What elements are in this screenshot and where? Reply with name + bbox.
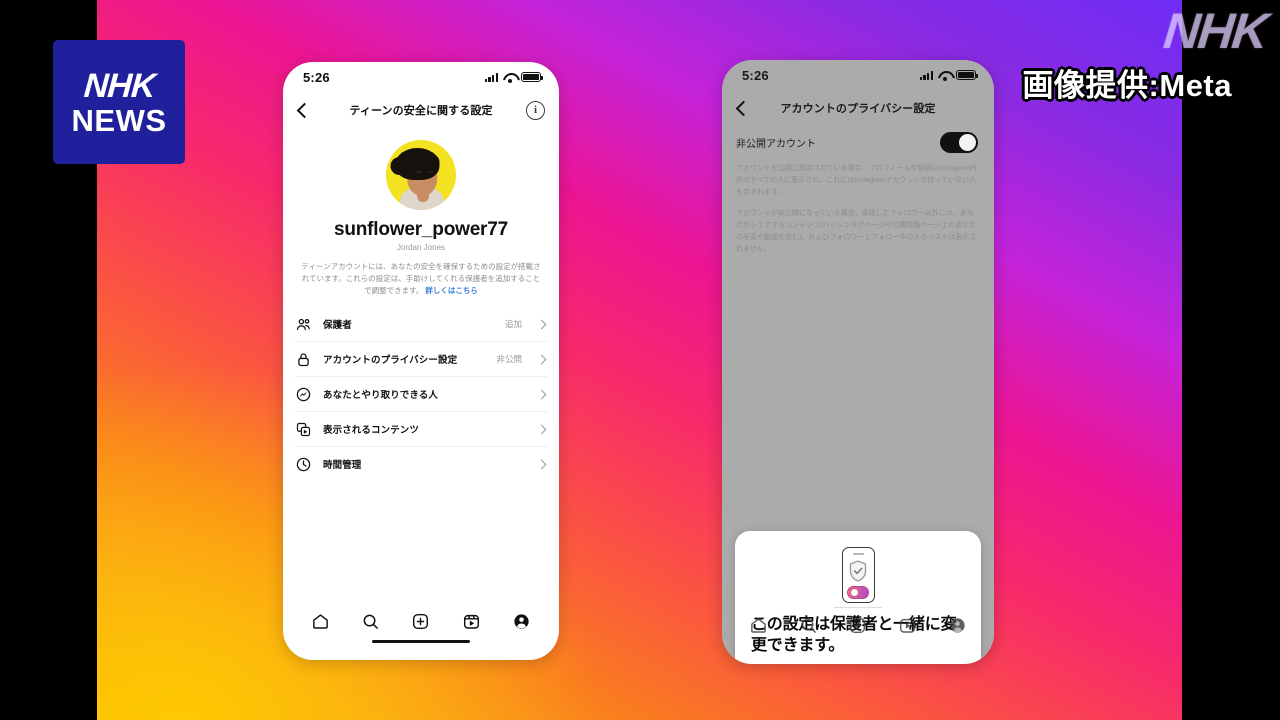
cellular-signal-icon	[919, 70, 933, 80]
reels-icon[interactable]	[462, 612, 481, 631]
people-icon	[295, 316, 312, 333]
instagram-gradient-backdrop	[97, 0, 1182, 720]
search-icon[interactable]	[799, 616, 818, 635]
page-title: アカウントのプライバシー設定	[780, 103, 936, 115]
phone-shield-toggle-illustration	[751, 547, 965, 609]
teen-description-text: ティーンアカウントには、あなたの安全を確保するための設定が搭載されています。これ…	[301, 262, 541, 296]
avatar	[386, 140, 456, 210]
setting-value: 非公開	[496, 354, 522, 365]
profile-fullname: Jordan Jones	[396, 243, 446, 252]
nhk-news-logo: NHK NEWS	[53, 40, 185, 164]
plus-icon[interactable]	[848, 616, 867, 635]
nav-header-left: ティーンの安全に関する設定 i	[283, 92, 559, 128]
private-account-row[interactable]: 非公開アカウント	[722, 126, 994, 159]
profile-icon[interactable]	[512, 612, 531, 631]
status-time: 5:26	[303, 69, 330, 85]
plus-icon[interactable]	[411, 612, 430, 631]
learn-more-link[interactable]: 詳しくはこちら	[425, 286, 478, 295]
setting-label: あなたとやり取りできる人	[323, 390, 439, 402]
phone-mockup-right: 5:26 アカウントのプライバシー設定 非公開アカウント アカウントが公開に設定…	[722, 60, 994, 664]
setting-label: 時間管理	[323, 460, 362, 472]
setting-row-time-management[interactable]: 時間管理	[295, 447, 547, 481]
chevron-right-icon	[536, 319, 547, 330]
cellular-signal-icon	[484, 72, 498, 82]
setting-value: 追加	[504, 319, 522, 330]
setting-row-interactions[interactable]: あなたとやり取りできる人	[295, 377, 547, 413]
chevron-right-icon	[536, 424, 547, 435]
guardian-required-dialog: この設定は保護者と一緒に変更できます。 あなたは16歳未満であるため、この設定の…	[735, 531, 981, 664]
screenshot-stage: 5:26 ティーンの安全に関する設定 i sunflower_power77 J…	[0, 0, 1280, 720]
nhk-logo-line2: NEWS	[71, 102, 167, 138]
info-circle-icon[interactable]: i	[526, 100, 545, 120]
profile-block: sunflower_power77 Jordan Jones ティーンアカウント…	[283, 128, 559, 297]
image-credit-caption: 画像提供:Meta	[1022, 68, 1232, 103]
phone-mockup-left: 5:26 ティーンの安全に関する設定 i sunflower_power77 J…	[283, 62, 559, 660]
chevron-right-icon	[536, 389, 547, 400]
modal-scrim: この設定は保護者と一緒に変更できます。 あなたは16歳未満であるため、この設定の…	[722, 256, 994, 664]
search-icon[interactable]	[361, 612, 380, 631]
status-bar-left: 5:26	[283, 62, 559, 92]
privacy-paragraph-2: アカウントが非公開になっている場合、承認したフォロワー以外には、あなたがシェアす…	[736, 210, 977, 254]
chevron-left-icon[interactable]	[296, 102, 313, 118]
home-icon[interactable]	[311, 612, 330, 631]
nhk-logo-line1: NHK	[82, 66, 156, 105]
setting-row-content[interactable]: 表示されるコンテンツ	[295, 412, 547, 448]
setting-label: アカウントのプライバシー設定	[323, 355, 458, 367]
setting-row-account-privacy[interactable]: アカウントのプライバシー設定 非公開	[295, 342, 547, 378]
private-account-toggle[interactable]	[940, 132, 978, 153]
teen-account-description: ティーンアカウントには、あなたの安全を確保するための設定が搭載されています。これ…	[299, 261, 543, 297]
settings-list: 保護者 追加 アカウントのプライバシー設定 非公開 あなたとやり取りできる人 表…	[283, 307, 559, 481]
battery-icon	[521, 72, 543, 82]
private-account-label: 非公開アカウント	[736, 139, 816, 150]
profile-icon[interactable]	[948, 616, 967, 635]
setting-row-guardian[interactable]: 保護者 追加	[295, 307, 547, 343]
home-icon[interactable]	[749, 616, 768, 635]
wifi-icon	[938, 70, 951, 81]
content-icon	[295, 421, 312, 438]
chevron-left-icon[interactable]	[735, 100, 752, 116]
nhk-watermark: NHK	[1160, 3, 1269, 59]
home-indicator-left	[283, 640, 559, 660]
messenger-icon	[295, 386, 312, 403]
setting-label: 表示されるコンテンツ	[323, 425, 420, 437]
chevron-right-icon	[536, 459, 547, 470]
setting-label: 保護者	[323, 320, 352, 332]
privacy-paragraph-1: アカウントが公開に設定されている場合、プロフィールや投稿はInstagram内外…	[736, 165, 977, 197]
status-bar-right: 5:26	[722, 60, 994, 90]
letterbox-bar-right	[1182, 0, 1280, 720]
nav-header-right: アカウントのプライバシー設定	[722, 90, 994, 126]
profile-username: sunflower_power77	[334, 219, 508, 240]
clock-icon	[295, 456, 312, 473]
reels-icon[interactable]	[898, 616, 917, 635]
tab-bar-left	[283, 602, 559, 640]
status-time: 5:26	[742, 67, 769, 83]
lock-icon	[295, 351, 312, 368]
page-title: ティーンの安全に関する設定	[349, 105, 493, 117]
wifi-icon	[503, 72, 516, 83]
dialog-body: あなたは16歳未満であるため、この設定の変更を手助けしてくれる保護者を追加する必…	[751, 663, 965, 664]
chevron-right-icon	[536, 354, 547, 365]
battery-icon	[956, 70, 978, 80]
